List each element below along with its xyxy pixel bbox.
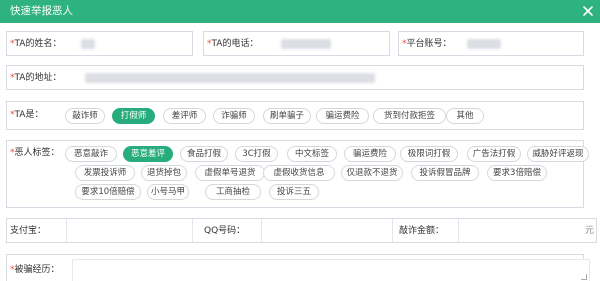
chip-option[interactable]: 食品打假	[180, 146, 228, 162]
chip-option[interactable]: 其他	[446, 108, 484, 124]
chip-option[interactable]: 恶意差评	[123, 146, 173, 162]
name-value-redacted	[81, 39, 95, 49]
chip-option[interactable]: 中文标签	[287, 146, 337, 162]
chip-option[interactable]: 骗运费险	[316, 108, 369, 124]
phone-value-redacted	[281, 39, 331, 49]
type-label: TA是：	[14, 110, 44, 120]
address-label: TA的地址：	[14, 73, 62, 83]
chip-option[interactable]: 仅退款不退货	[341, 165, 403, 181]
chip-option[interactable]: 虚假单号退货	[195, 165, 265, 181]
platform-account-field[interactable]: *平台账号：	[398, 31, 584, 56]
dialog-title: 快速举报恶人	[10, 5, 73, 17]
chip-option[interactable]: 敲诈师	[65, 108, 105, 124]
alipay-input[interactable]	[67, 219, 192, 242]
chip-option[interactable]: 刷单骗子	[263, 108, 311, 124]
dialog-titlebar: 快速举报恶人	[0, 0, 600, 23]
chip-option[interactable]: 小号马甲	[147, 184, 189, 200]
payment-row: 支付宝： QQ号码： 敲诈金额： 元	[6, 218, 597, 243]
chip-option[interactable]: 广告法打假	[467, 146, 521, 162]
chip-option[interactable]: 要求10倍赔偿	[75, 184, 141, 200]
chip-option[interactable]: 退货掉包	[141, 165, 187, 181]
experience-field: *被骗经历：	[6, 254, 590, 281]
chip-option[interactable]: 虚假收货信息	[263, 165, 335, 181]
name-label: TA的姓名：	[14, 39, 62, 49]
alipay-label: 支付宝：	[10, 226, 47, 236]
chip-option[interactable]: 3C打假	[235, 146, 278, 162]
resize-grip-icon[interactable]	[581, 274, 587, 280]
experience-textarea[interactable]	[72, 259, 590, 281]
chip-option[interactable]: 诈骗师	[213, 108, 255, 124]
divider	[392, 219, 393, 242]
chip-option[interactable]: 极限词打假	[400, 146, 458, 162]
phone-label: TA的电话：	[211, 39, 259, 49]
chip-option[interactable]: 骗运费险	[344, 146, 396, 162]
chip-option[interactable]: 威胁好评返现	[527, 146, 589, 162]
amount-unit: 元	[585, 226, 595, 236]
chip-option[interactable]: 差评师	[163, 108, 206, 124]
platform-label: 平台账号：	[406, 39, 452, 49]
name-field[interactable]: *TA的姓名：	[6, 31, 193, 56]
chip-option[interactable]: 货到付款拒签	[373, 108, 446, 124]
phone-field[interactable]: *TA的电话：	[203, 31, 390, 56]
amount-label: 敲诈金额：	[399, 226, 445, 236]
divider	[192, 219, 193, 242]
tags-field: *恶人标签： 恶意敲诈 恶意差评 食品打假 3C打假 中文标签 骗运费险 极限词打假 广告法打…	[6, 140, 589, 208]
qq-label: QQ号码：	[204, 226, 246, 236]
type-field: *TA是： 敲诈师 打假师 差评师 诈骗师 刷单骗子 骗运费险 货到付款拒签 其他	[6, 101, 584, 130]
amount-input[interactable]	[459, 219, 581, 242]
chip-option[interactable]: 投诉假冒品牌	[411, 165, 479, 181]
tags-label: 恶人标签：	[14, 148, 60, 158]
experience-label: 被骗经历：	[14, 265, 60, 275]
close-icon[interactable]	[580, 3, 596, 19]
chip-option[interactable]: 工商抽检	[205, 184, 261, 200]
chip-option[interactable]: 发票投诉师	[75, 165, 135, 181]
address-field[interactable]: *TA的地址：	[6, 65, 584, 90]
chip-option[interactable]: 要求3倍赔偿	[487, 165, 547, 181]
chip-option[interactable]: 打假师	[112, 108, 155, 124]
chip-option[interactable]: 投诉三五	[269, 184, 319, 200]
address-value-redacted	[85, 73, 375, 83]
chip-option[interactable]: 恶意敲诈	[65, 146, 117, 162]
qq-input[interactable]	[262, 219, 392, 242]
platform-value-redacted	[467, 39, 501, 49]
